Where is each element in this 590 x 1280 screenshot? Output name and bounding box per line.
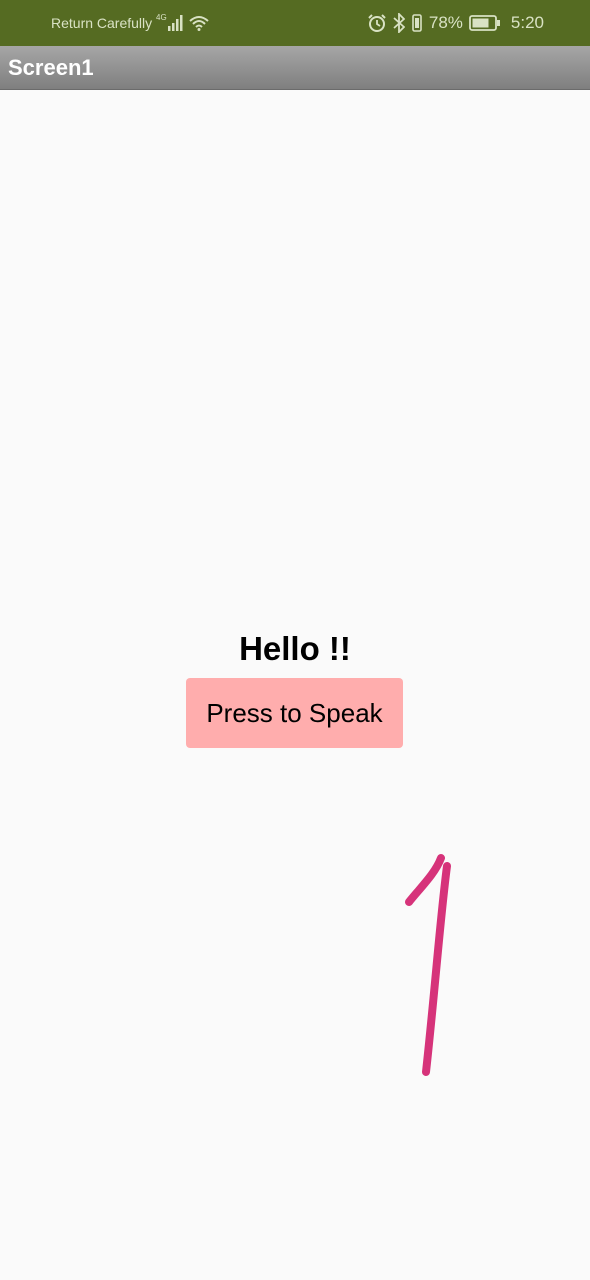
battery-icon [469, 14, 501, 32]
status-left: Return Carefully 4G [51, 0, 210, 46]
handwritten-annotation-1 [395, 830, 475, 1155]
clock: 5:20 [510, 13, 544, 32]
status-right: 78% 5:20 [367, 0, 544, 46]
signal-icon: 4G [156, 13, 184, 33]
status-bar: Return Carefully 4G 78% 5:20 [0, 0, 590, 46]
app-title-bar: Screen1 [0, 46, 590, 90]
app-title: Screen1 [8, 55, 94, 80]
vibrate-icon [411, 13, 423, 33]
network-type: 4G [156, 13, 167, 22]
battery-percent: 78% [428, 13, 463, 32]
bluetooth-icon [393, 13, 405, 33]
carrier-name: Return Carefully [51, 15, 153, 31]
screen-content: Hello !! Press to Speak [0, 90, 590, 1280]
wifi-icon [188, 14, 210, 32]
alarm-icon [367, 13, 387, 33]
press-to-speak-button[interactable]: Press to Speak [186, 678, 403, 748]
greeting-label: Hello !! [239, 630, 351, 667]
